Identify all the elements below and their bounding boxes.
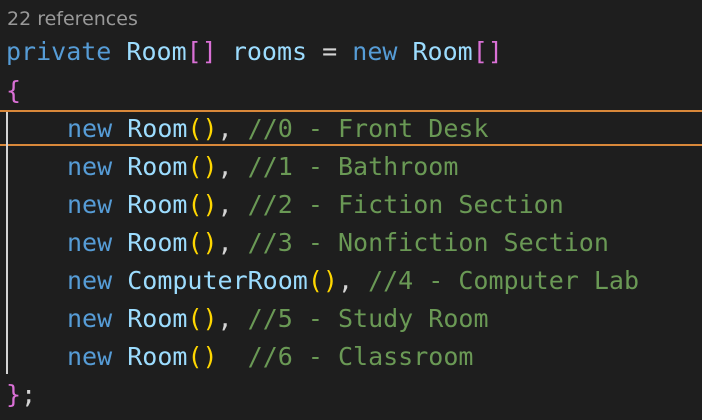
keyword-new: new <box>67 152 113 181</box>
constructor-name: Room <box>127 152 188 181</box>
code-line-item[interactable]: new ComputerRoom(), //4 - Computer Lab <box>6 262 639 300</box>
code-line-item[interactable]: new Room() //6 - Classroom <box>6 338 473 376</box>
constructor-name: Room <box>127 342 188 371</box>
code-editor[interactable]: 22 references private Room[] rooms = new… <box>0 0 702 420</box>
keyword-private: private <box>6 37 112 66</box>
keyword-new: new <box>352 37 398 66</box>
init-type-room: Room <box>412 37 473 66</box>
code-line-item[interactable]: new Room(), //0 - Front Desk <box>6 110 489 148</box>
keyword-new: new <box>67 228 113 257</box>
code-line-item[interactable]: new Room(), //1 - Bathroom <box>6 148 458 186</box>
keyword-new: new <box>67 190 113 219</box>
comma: , <box>217 228 233 257</box>
semicolon: ; <box>21 380 37 409</box>
parentheses: () <box>187 304 218 333</box>
code-line-item[interactable]: new Room(), //5 - Study Room <box>6 300 489 338</box>
variable-rooms: rooms <box>231 37 308 66</box>
code-line-item[interactable]: new Room(), //2 - Fiction Section <box>6 186 564 224</box>
init-array-brackets: [] <box>472 37 503 66</box>
parentheses: () <box>187 342 218 371</box>
constructor-name: Room <box>127 114 188 143</box>
keyword-new: new <box>67 114 113 143</box>
comment: //6 - Classroom <box>247 342 474 371</box>
parentheses: () <box>187 228 218 257</box>
comment: //0 - Front Desk <box>247 114 489 143</box>
comment: //1 - Bathroom <box>247 152 459 181</box>
code-line-declaration[interactable]: private Room[] rooms = new Room[] <box>6 33 503 71</box>
comma: , <box>217 304 233 333</box>
comma: , <box>217 114 233 143</box>
keyword-new: new <box>67 342 113 371</box>
type-room: Room <box>126 37 187 66</box>
comma: , <box>217 190 233 219</box>
comment: //4 - Computer Lab <box>368 266 640 295</box>
keyword-new: new <box>67 304 113 333</box>
comment: //5 - Study Room <box>247 304 489 333</box>
comma: , <box>217 152 233 181</box>
constructor-name: Room <box>127 228 188 257</box>
parentheses: () <box>187 114 218 143</box>
array-brackets: [] <box>186 37 217 66</box>
constructor-name: ComputerRoom <box>127 266 308 295</box>
parentheses: () <box>187 190 218 219</box>
comment: //2 - Fiction Section <box>247 190 564 219</box>
code-line-item[interactable]: new Room(), //3 - Nonfiction Section <box>6 224 609 262</box>
open-brace: { <box>6 76 22 105</box>
codelens-references-link[interactable]: 22 references <box>7 8 138 30</box>
code-line-close-brace[interactable]: }; <box>6 376 36 414</box>
code-line-open-brace[interactable]: { <box>6 72 21 110</box>
keyword-new: new <box>67 266 113 295</box>
parentheses: () <box>187 152 218 181</box>
equals-sign: = <box>322 37 338 66</box>
comment: //3 - Nonfiction Section <box>247 228 609 257</box>
comma: , <box>337 266 354 295</box>
constructor-name: Room <box>127 190 188 219</box>
parentheses: () <box>307 266 338 295</box>
close-brace: } <box>6 380 22 409</box>
constructor-name: Room <box>127 304 188 333</box>
